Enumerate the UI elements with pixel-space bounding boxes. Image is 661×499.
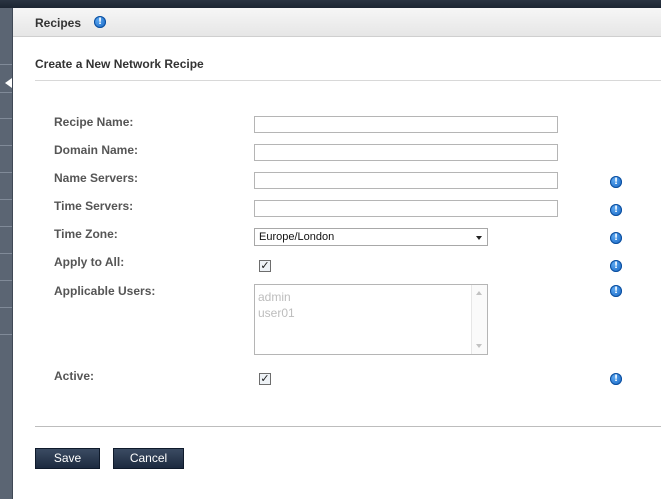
applicable-users-info-icon[interactable]: ! bbox=[610, 285, 622, 297]
listbox-scrollbar[interactable] bbox=[471, 285, 487, 354]
cancel-button[interactable]: Cancel bbox=[113, 448, 184, 469]
page-header: Recipes ! bbox=[13, 8, 661, 37]
applicable-users-listbox[interactable]: admin user01 bbox=[254, 284, 488, 355]
name-servers-label: Name Servers: bbox=[54, 171, 139, 185]
list-item[interactable]: user01 bbox=[258, 306, 295, 320]
time-zone-select[interactable]: Europe/London bbox=[254, 228, 488, 246]
time-servers-input[interactable] bbox=[254, 200, 558, 217]
time-zone-info-icon[interactable]: ! bbox=[610, 232, 622, 244]
recipe-name-input[interactable] bbox=[254, 116, 558, 133]
nav-divider bbox=[0, 145, 12, 146]
active-info-icon[interactable]: ! bbox=[610, 373, 622, 385]
nav-divider bbox=[0, 64, 12, 65]
scroll-up-icon[interactable] bbox=[476, 291, 482, 295]
form-title: Create a New Network Recipe bbox=[35, 57, 204, 71]
top-bar bbox=[0, 0, 661, 8]
apply-to-all-label: Apply to All: bbox=[54, 255, 125, 269]
nav-divider bbox=[0, 307, 12, 308]
apply-to-all-checkbox[interactable]: ✓ bbox=[259, 260, 271, 272]
name-servers-info-icon[interactable]: ! bbox=[610, 176, 622, 188]
save-button[interactable]: Save bbox=[35, 448, 100, 469]
active-label: Active: bbox=[54, 369, 95, 383]
active-checkbox[interactable]: ✓ bbox=[259, 373, 271, 385]
time-servers-label: Time Servers: bbox=[54, 199, 134, 213]
page-title: Recipes bbox=[35, 16, 82, 30]
nav-divider bbox=[0, 226, 12, 227]
list-item[interactable]: admin bbox=[258, 290, 291, 304]
domain-name-label: Domain Name: bbox=[54, 143, 139, 157]
info-icon[interactable]: ! bbox=[94, 16, 106, 28]
nav-divider bbox=[0, 92, 12, 93]
divider bbox=[35, 80, 661, 81]
nav-divider bbox=[0, 118, 12, 119]
domain-name-input[interactable] bbox=[254, 144, 558, 161]
name-servers-input[interactable] bbox=[254, 172, 558, 189]
time-servers-info-icon[interactable]: ! bbox=[610, 204, 622, 216]
chevron-down-icon bbox=[476, 236, 482, 240]
scroll-down-icon[interactable] bbox=[476, 344, 482, 348]
applicable-users-label: Applicable Users: bbox=[54, 284, 156, 298]
recipe-name-label: Recipe Name: bbox=[54, 115, 134, 129]
nav-divider bbox=[0, 199, 12, 200]
apply-to-all-info-icon[interactable]: ! bbox=[610, 260, 622, 272]
nav-divider bbox=[0, 253, 12, 254]
time-zone-value: Europe/London bbox=[259, 231, 335, 243]
nav-divider bbox=[0, 334, 12, 335]
divider bbox=[35, 426, 661, 427]
nav-active-indicator bbox=[5, 78, 12, 88]
nav-divider bbox=[0, 280, 12, 281]
nav-divider bbox=[0, 172, 12, 173]
left-nav-rail[interactable] bbox=[0, 8, 13, 499]
time-zone-label: Time Zone: bbox=[54, 227, 118, 241]
